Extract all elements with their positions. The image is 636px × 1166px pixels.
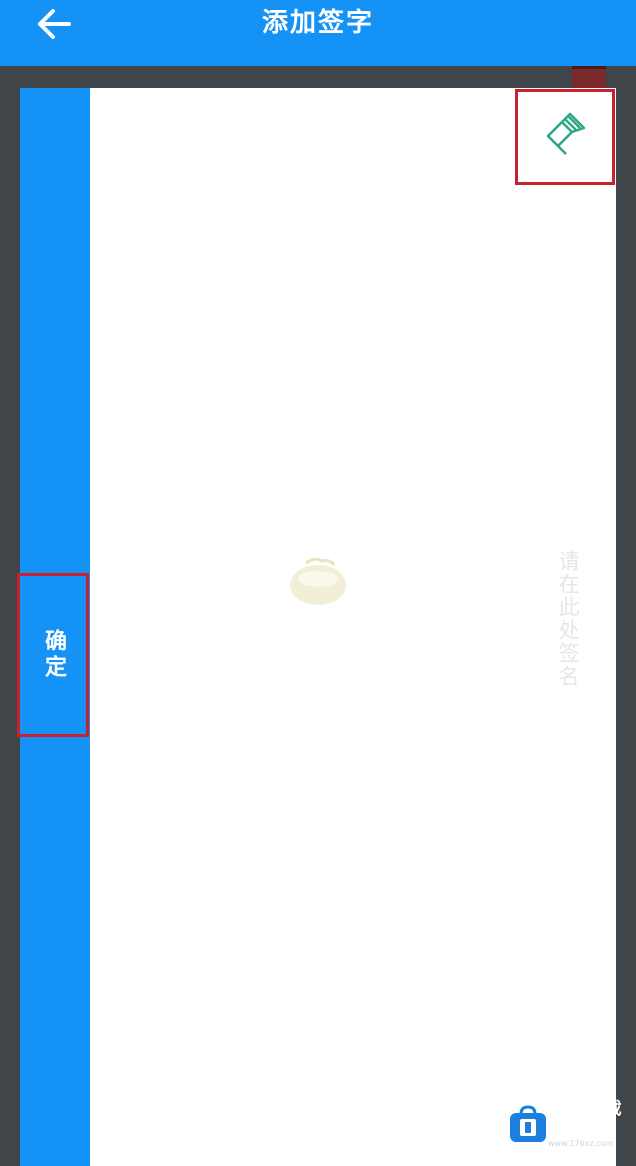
clear-signature-button[interactable] xyxy=(515,89,615,185)
page-title: 添加签字 xyxy=(261,8,374,38)
watermark-domain: www.176xz.com xyxy=(548,1139,614,1148)
watermark-brand: 176下载网 xyxy=(552,1099,622,1139)
bag-logo-icon xyxy=(508,1105,548,1143)
confirm-button-label: 确定 xyxy=(41,629,66,681)
touch-cursor-icon xyxy=(286,555,350,609)
site-watermark: 176下载网 www.176xz.com xyxy=(508,1099,632,1148)
eraser-icon xyxy=(538,108,592,166)
confirm-button[interactable]: 确定 xyxy=(17,573,89,737)
signature-canvas[interactable] xyxy=(90,88,616,1166)
signature-hint: 请在此处签名 xyxy=(556,550,580,688)
scrollbar-thumb[interactable] xyxy=(572,66,606,88)
top-app-bar: 添加签字 xyxy=(0,0,636,66)
